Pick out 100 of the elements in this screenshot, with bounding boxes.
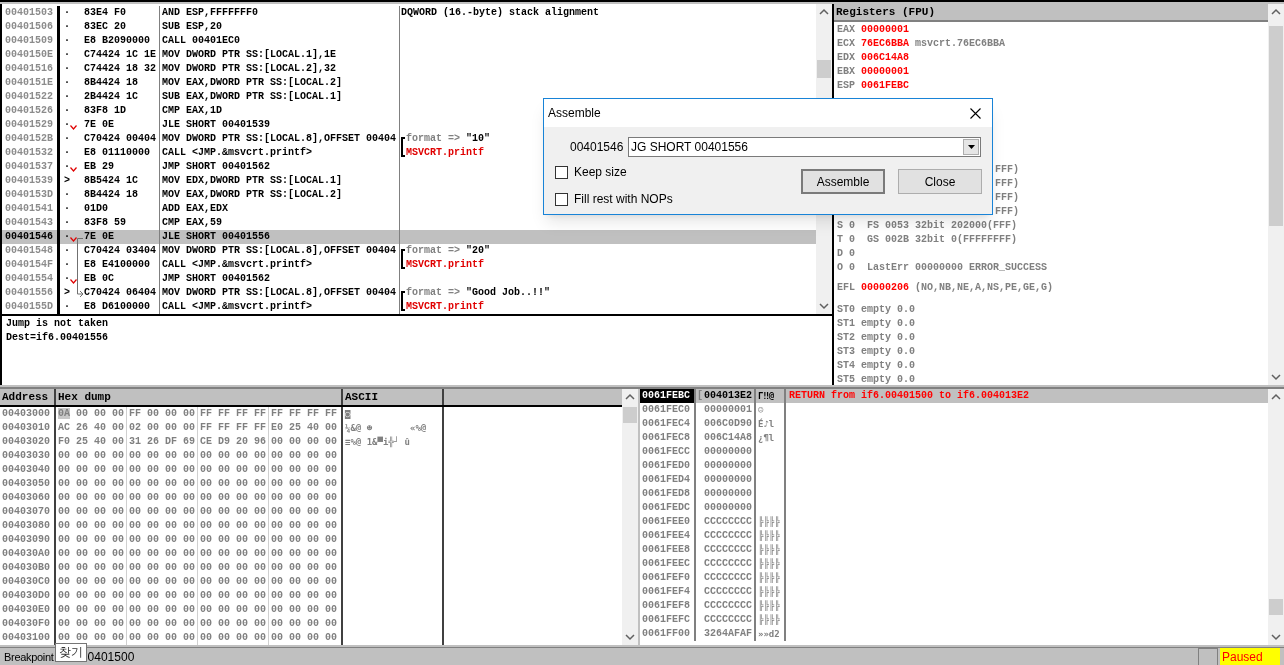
hex-bytes: 00 00 00 [75,576,125,587]
value-cell: CCCCCCCC [704,557,752,571]
value-cell: 006C14A8 [704,431,752,445]
instruction-cell: CALL <JMP.&msvcrt.printf> [162,147,313,158]
dialog-title: Assemble [548,105,601,122]
hex-bytes: 00 00 00 00 [271,436,337,447]
address-cell: 0061FEDC [640,501,696,515]
hex-cell: 7E 0E [84,231,114,242]
row-marker: · [64,244,70,258]
address-cell: 0061FED0 [640,459,696,473]
address-cell: 00403090 [0,533,56,547]
flag-name: O [837,261,844,275]
hex-bytes: 00 00 00 00 [129,604,195,615]
address-cell: 0061FEBC [640,389,696,403]
value-cell: 00000001 [704,403,752,417]
address-cell: 00401532 [2,146,60,160]
comment-label: format => [406,132,460,146]
flag-detail: LastErr 00000000 ERROR_SUCCESS [867,261,1048,275]
hex-cell: E8 01110000 [84,147,150,158]
instruction-cell: MOV EAX,DWORD PTR SS:[LOCAL.2] [162,77,343,88]
hex-cell: 83F8 59 [84,217,126,228]
hex-bytes: 00 00 00 00 [271,618,337,629]
address-cell: 004030F0 [0,617,56,631]
value-cell: 006C0D90 [704,417,752,431]
ascii-cell: »»d2 [758,629,780,639]
address-cell: 0061FECC [640,445,696,459]
ascii-cell: ◙ [345,409,351,419]
value-cell: CCCCCCCC [704,571,752,585]
hex-bytes: 00 00 00 00 [200,492,266,503]
register-name: ST2 [837,331,855,345]
instruction-cell: CALL 00401EC0 [162,35,240,46]
checkbox-label: Keep size [574,164,627,181]
address-cell: 00401529 [2,118,60,132]
hex-byte: 00 [58,506,70,517]
comment-text: RETURN from if6.00401500 to if6.004013E2 [789,390,1030,401]
register-value: empty 0.0 [861,373,916,387]
hex-bytes: 00 00 00 00 [271,632,337,643]
hex-cell: 2B4424 1C [84,91,138,102]
hex-bytes: 00 00 00 00 [200,534,266,545]
row-marker: > [64,286,70,300]
row-marker: · [64,90,70,104]
instruction-cell: JLE SHORT 00401539 [162,119,271,130]
hex-bytes: 00 00 00 00 [271,520,337,531]
hex-bytes: E0 25 40 00 [271,422,337,433]
register-value: 00000206 [861,281,910,295]
register-name: ST0 [837,303,855,317]
hex-bytes: 00 00 00 00 [129,506,195,517]
ascii-cell: É♪l [758,419,775,429]
address-cell: 00403020 [0,435,56,449]
hex-cell: C70424 03404 [84,245,156,256]
row-marker: · [64,76,70,90]
register-value: empty 0.0 [861,359,916,373]
hex-bytes: 00 00 00 00 [129,464,195,475]
ascii-cell: Γ‼@ [758,391,775,401]
hex-bytes: 00 00 00 00 [271,548,337,559]
address-cell: 00401503 [2,6,60,20]
address-cell: 00401539 [2,174,60,188]
address-cell: 00403070 [0,505,56,519]
hex-bytes: 00 00 00 [75,408,125,419]
register-name: EBX [837,65,855,79]
hex-bytes: 00 00 00 00 [129,450,195,461]
instruction-cell: CMP EAX,59 [162,217,222,228]
flag-value: 0 [849,247,856,261]
hex-bytes: 00 00 00 [75,464,125,475]
register-value: empty 0.0 [861,317,916,331]
row-marker: · [64,230,70,244]
register-name: ST1 [837,317,855,331]
instruction-cell: CMP EAX,1D [162,105,222,116]
address-cell: 00401546 [2,230,60,244]
hex-byte: F0 [58,436,70,447]
flag-detail: GS 002B 32bit 0(FFFFFFFF) [867,233,1018,247]
address-cell: 0061FEF0 [640,571,696,585]
hex-cell: C70424 06404 [84,287,156,298]
register-note: msvcrt.76EC6BBA [915,37,1006,51]
value-cell: CCCCCCCC [704,613,752,627]
instruction-cell: SUB ESP,20 [162,21,222,32]
hex-bytes: 02 00 00 00 [129,422,195,433]
register-name: ESP [837,79,855,93]
row-marker: · [64,34,70,48]
hex-byte: 00 [58,590,70,601]
hex-bytes: 00 00 00 [75,506,125,517]
hex-bytes: 00 00 00 [75,590,125,601]
hex-bytes: 00 00 00 00 [129,478,195,489]
instruction-cell: MOV DWORD PTR SS:[LOCAL.8],OFFSET 00404 [162,245,397,256]
address-cell: 0040152B [2,132,60,146]
hex-cell: C74424 1C 1E [84,49,156,60]
ascii-cell: ≡%@ 1&▀i╬┘ û [345,437,411,447]
row-marker: · [64,188,70,202]
comment-value: "10" [466,132,491,146]
row-marker: · [64,202,70,216]
ascii-cell: ╠╠╠╠ [758,545,780,555]
segment-text: FFF) [995,164,1019,175]
value-cell: 00000000 [704,487,752,501]
comment-label: format => [406,286,460,300]
flag-name: T [837,233,844,247]
instruction-cell: JLE SHORT 00401556 [162,231,271,242]
address-cell: 0061FEF4 [640,585,696,599]
address-cell: 0061FF00 [640,627,696,641]
hex-bytes: 00 00 00 00 [271,562,337,573]
address-cell: 00401554 [2,272,60,286]
